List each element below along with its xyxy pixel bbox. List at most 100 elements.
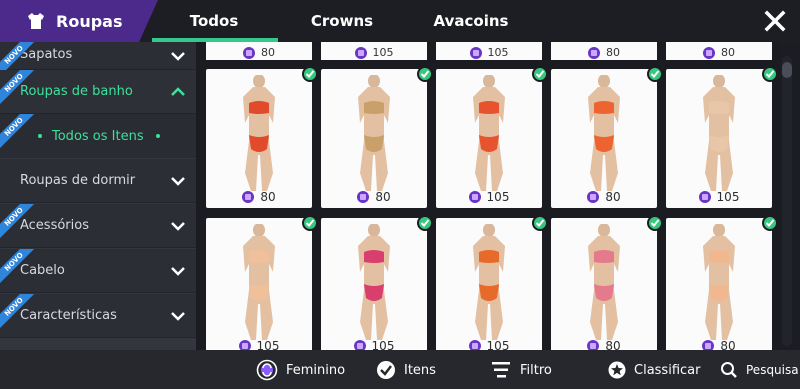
check-circle-icon xyxy=(377,361,395,379)
item-card[interactable]: 80 xyxy=(666,215,778,350)
chevron-down-icon xyxy=(171,177,185,186)
tab-avacoins[interactable]: Avacoins xyxy=(406,0,536,42)
owned-check-icon xyxy=(647,66,663,82)
swimsuit-avatar-image xyxy=(473,224,505,340)
item-price: 105 xyxy=(666,190,772,204)
scrollbar-track[interactable] xyxy=(782,56,792,346)
owned-check-icon xyxy=(417,66,433,82)
novo-badge: NOVO xyxy=(0,294,34,328)
price-value: 80 xyxy=(260,190,276,204)
chevron-down-icon xyxy=(171,267,185,276)
chevron-down-icon xyxy=(171,222,185,231)
owned-check-icon xyxy=(302,215,318,231)
item-card-partial[interactable]: 105 xyxy=(436,42,542,60)
tab-crowns[interactable]: Crowns xyxy=(278,0,406,42)
sidebar-item-roupas-de-dormir[interactable]: Roupas de dormir xyxy=(0,159,196,203)
sidebar-subitem-label: Todos os Itens xyxy=(52,128,144,144)
gender-swap-icon xyxy=(256,359,278,381)
shirt-icon xyxy=(28,13,44,29)
owned-check-icon xyxy=(762,66,778,82)
chevron-up-icon xyxy=(171,87,185,96)
scrollbar-thumb[interactable] xyxy=(782,62,792,78)
swimsuit-avatar-image xyxy=(358,75,390,191)
items-grid: 80 105 105 80 80 80 80 105 80 105 105 105 105 80… xyxy=(196,42,780,350)
item-card[interactable]: 80 xyxy=(206,66,318,208)
sidebar-item-cabelo[interactable]: NOVO Cabelo xyxy=(0,249,196,293)
avacoin-icon xyxy=(242,191,255,203)
sidebar-subitem-todos-os-itens[interactable]: NOVO Todos os Itens xyxy=(0,114,196,158)
bottom-toolbar: Feminino Itens Filtro Classificar Pesqui… xyxy=(0,350,800,389)
item-price: 105 xyxy=(321,339,427,350)
item-card[interactable]: 80 xyxy=(551,215,663,350)
sort-star-icon xyxy=(608,361,626,379)
item-card[interactable]: 105 xyxy=(666,66,778,208)
avacoin-icon xyxy=(698,191,711,203)
price-value: 105 xyxy=(486,190,510,204)
sort-button[interactable]: Classificar xyxy=(608,359,700,381)
item-card-partial[interactable]: 80 xyxy=(206,42,312,60)
owned-check-icon xyxy=(417,215,433,231)
sidebar-item-acessorios[interactable]: NOVO Acessórios xyxy=(0,204,196,248)
item-price: 105 xyxy=(436,190,542,204)
sidebar-item-caracteristicas[interactable]: NOVO Características xyxy=(0,294,196,338)
bullet-dot xyxy=(38,134,42,138)
avacoin-icon xyxy=(588,47,600,59)
sidebar-item-sapatos[interactable]: NOVO Sapatos xyxy=(0,42,196,76)
avacoin-icon xyxy=(703,47,715,59)
item-card-partial[interactable]: 80 xyxy=(551,42,657,60)
item-card-partial[interactable]: 105 xyxy=(321,42,427,60)
sidebar-item-label: Roupas de dormir xyxy=(20,173,136,188)
price-value: 105 xyxy=(486,339,510,350)
swimsuit-avatar-image xyxy=(703,75,735,191)
novo-badge: NOVO xyxy=(0,204,34,238)
item-price: 105 xyxy=(206,339,312,350)
sidebar-item-label: Características xyxy=(20,308,117,323)
items-filter-button[interactable]: Itens xyxy=(376,359,436,381)
avacoin-icon xyxy=(243,47,255,59)
item-card[interactable]: 105 xyxy=(206,215,318,350)
swimsuit-avatar-image xyxy=(588,75,620,191)
chevron-down-icon xyxy=(171,312,185,321)
avacoin-icon xyxy=(587,191,600,203)
price-value: 80 xyxy=(605,190,621,204)
filter-lines-icon xyxy=(492,362,510,378)
chevron-down-icon xyxy=(171,52,185,61)
swimsuit-avatar-image xyxy=(243,224,275,340)
item-card[interactable]: 105 xyxy=(321,215,433,350)
swimsuit-avatar-image xyxy=(358,224,390,340)
item-card[interactable]: 80 xyxy=(321,66,433,208)
search-button[interactable]: Pesquisa xyxy=(720,359,799,381)
swimsuit-avatar-image xyxy=(243,75,275,191)
owned-check-icon xyxy=(762,215,778,231)
item-card[interactable]: 105 xyxy=(436,66,548,208)
owned-check-icon xyxy=(532,66,548,82)
category-title: Roupas xyxy=(56,11,123,31)
item-card-partial[interactable]: 80 xyxy=(666,42,772,60)
owned-check-icon xyxy=(302,66,318,82)
owned-check-icon xyxy=(647,215,663,231)
price-value: 80 xyxy=(720,339,736,350)
price-value: 105 xyxy=(371,339,395,350)
item-price: 80 xyxy=(206,190,312,204)
item-price: 80 xyxy=(551,190,657,204)
search-icon xyxy=(721,362,737,378)
category-sidebar: NOVO Sapatos NOVO Roupas de banho NOVO T… xyxy=(0,42,196,350)
item-card[interactable]: 80 xyxy=(551,66,663,208)
price-value: 80 xyxy=(605,339,621,350)
novo-badge: NOVO xyxy=(0,70,34,104)
novo-badge: NOVO xyxy=(0,114,34,148)
avacoin-icon xyxy=(587,340,600,350)
item-price: 105 xyxy=(436,339,542,350)
tab-todos[interactable]: Todos xyxy=(150,0,278,42)
top-bar: Roupas Todos Crowns Avacoins xyxy=(0,0,800,42)
filter-button[interactable]: Filtro xyxy=(492,359,552,381)
avacoin-icon xyxy=(353,340,366,350)
price-value: 80 xyxy=(375,190,391,204)
owned-check-icon xyxy=(532,215,548,231)
item-card[interactable]: 105 xyxy=(436,215,548,350)
sidebar-item-roupas-de-banho[interactable]: NOVO Roupas de banho xyxy=(0,70,196,114)
gender-button[interactable]: Feminino xyxy=(256,359,345,381)
avacoin-icon xyxy=(357,191,370,203)
item-price: 80 xyxy=(321,190,427,204)
close-icon[interactable] xyxy=(762,8,788,34)
